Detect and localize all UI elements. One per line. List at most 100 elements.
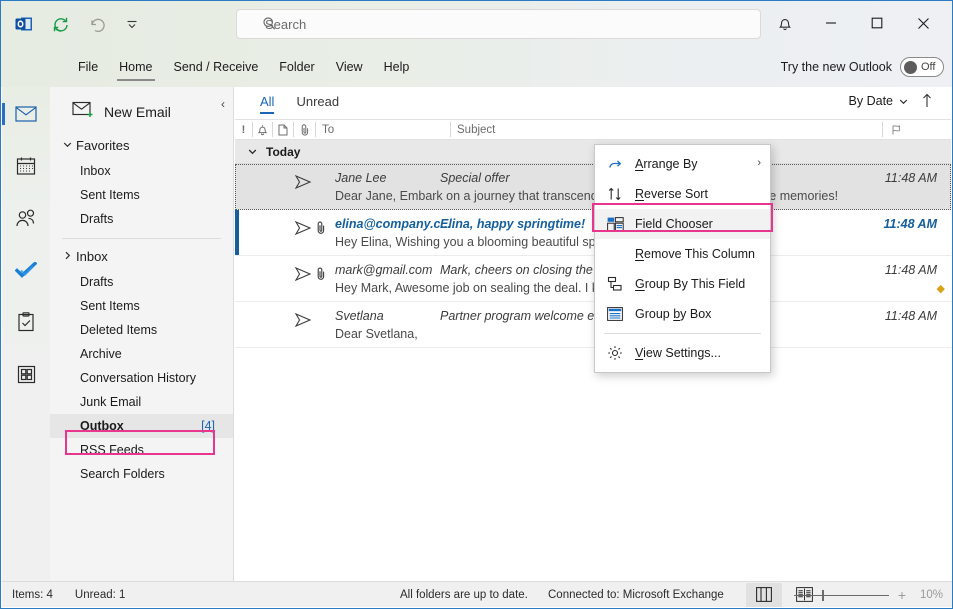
quick-access-toolbar [1,13,143,35]
tab-home[interactable]: Home [110,56,161,81]
reverse-sort-icon [606,185,624,203]
message-subject: Elina, happy springtime! [440,217,586,231]
subject-column-header[interactable]: Subject [451,122,883,137]
send-status-icon [294,220,312,238]
column-context-menu: Arrange By › Reverse Sort Field Chooser … [594,144,771,373]
try-new-outlook-toggle[interactable]: Off [900,57,944,77]
search-input[interactable]: Search [236,9,761,39]
message-row[interactable]: Jane Lee Special offer Dear Jane, Embark… [235,164,951,210]
chevron-down-icon [62,138,73,153]
submenu-chevron-icon: › [757,157,761,169]
folder-label: Junk Email [80,395,142,409]
collapse-pane-icon[interactable]: ‹ [221,97,225,111]
message-row[interactable]: elina@company.c... Elina, happy springti… [235,210,951,256]
message-list-pane: All Unread By Date ! To Subject Today Ja… [235,87,951,582]
account-root-label: Inbox [76,249,108,264]
gear-icon [606,344,624,362]
menu-item-remove-this-column[interactable]: Remove This Column [595,239,770,269]
new-email-button[interactable]: New Email [50,91,233,132]
chevron-down-icon [248,149,257,155]
sort-direction-button[interactable] [921,93,933,111]
rail-item-people[interactable] [11,205,41,231]
flag-column-header[interactable] [883,122,909,137]
folder-item-drafts[interactable]: Drafts [50,270,233,294]
customize-qat-icon[interactable] [121,13,143,35]
favorite-item-inbox[interactable]: Inbox [50,159,233,183]
menu-item-arrange-by[interactable]: Arrange By › [595,149,770,179]
filter-all[interactable]: All [260,94,275,114]
paperclip-icon [301,124,308,136]
message-to: elina@company.c... [335,217,451,231]
folder-item-deleted-items[interactable]: Deleted Items [50,318,233,342]
search-icon [262,16,277,34]
tab-file[interactable]: File [69,56,107,78]
folder-item-sent-items[interactable]: Sent Items [50,294,233,318]
message-row[interactable]: mark@gmail.com Mark, cheers on closing t… [235,256,951,302]
message-row[interactable]: Svetlana Partner program welcome email D… [235,302,951,348]
notifications-bell-icon[interactable] [762,7,808,39]
close-button[interactable] [900,7,946,39]
page-icon [278,124,288,135]
toggle-knob [904,60,917,74]
menu-item-reverse-sort[interactable]: Reverse Sort [595,179,770,209]
sort-by-date-button[interactable]: By Date [849,94,909,108]
folder-item-junk-email[interactable]: Junk Email [50,390,233,414]
folder-item-archive[interactable]: Archive [50,342,233,366]
zoom-slider[interactable] [793,589,889,601]
favorite-label: Sent Items [80,188,140,202]
menu-item-label: Reverse Sort [635,187,708,201]
undo-icon[interactable] [85,13,107,35]
favorite-item-sent[interactable]: Sent Items [50,183,233,207]
rail-item-mail[interactable] [2,101,41,127]
zoom-slider-thumb[interactable] [821,589,824,601]
minimize-button[interactable] [808,7,854,39]
zoom-level-label[interactable]: 10% [915,589,943,601]
flag-icon[interactable]: ◆ [937,282,945,295]
zoom-slider-track [793,594,889,596]
zoom-in-button[interactable]: + [898,587,906,603]
icon-column-header[interactable] [273,122,294,137]
attachment-column-header[interactable] [294,122,316,137]
normal-view-button[interactable] [746,582,782,607]
no-icon-placeholder [606,245,624,263]
group-label: Today [266,144,301,159]
folder-item-outbox[interactable]: Outbox [4] [50,414,233,438]
to-column-header[interactable]: To [316,122,451,137]
zoom-control[interactable]: + 10% [793,587,943,603]
search-container[interactable]: Search [236,9,761,39]
filter-unread[interactable]: Unread [296,94,339,113]
menu-item-group-by-box[interactable]: Group by Box [595,299,770,329]
tab-help[interactable]: Help [375,56,419,78]
bell-icon [257,124,268,135]
maximize-button[interactable] [854,7,900,39]
rail-item-tasks[interactable] [11,309,41,335]
tab-send-receive[interactable]: Send / Receive [165,56,268,78]
menu-item-group-by-this-field[interactable]: Group By This Field [595,269,770,299]
favorite-item-drafts[interactable]: Drafts [50,207,233,231]
group-header-today[interactable]: Today [235,140,951,164]
menu-item-view-settings[interactable]: View Settings... [595,338,770,368]
importance-column-header[interactable]: ! [235,122,253,137]
reminder-column-header[interactable] [253,122,273,137]
favorites-group-header[interactable]: Favorites [50,132,233,159]
account-root-inbox[interactable]: Inbox [50,243,233,270]
rail-item-todo[interactable] [11,257,41,283]
title-bar: Search [1,1,952,47]
tab-folder[interactable]: Folder [270,56,323,78]
send-receive-icon[interactable] [49,13,71,35]
folder-label: Conversation History [80,371,197,385]
toggle-state-label: Off [921,61,936,73]
try-new-outlook[interactable]: Try the new Outlook Off [781,57,944,77]
field-chooser-icon [606,215,624,233]
tab-view[interactable]: View [327,56,372,78]
rail-item-calendar[interactable] [11,153,41,179]
folder-item-search-folders[interactable]: Search Folders [50,462,233,486]
rail-item-apps[interactable] [11,361,41,387]
folder-item-conversation-history[interactable]: Conversation History [50,366,233,390]
folder-item-rss-feeds[interactable]: RSS Feeds [50,438,233,462]
menu-item-field-chooser[interactable]: Field Chooser [595,209,770,239]
outlook-window: Search File Home Send / Receive Folder V… [0,0,953,609]
group-by-field-icon [606,275,624,293]
folder-label: Deleted Items [80,323,158,337]
nav-rail [2,87,50,582]
